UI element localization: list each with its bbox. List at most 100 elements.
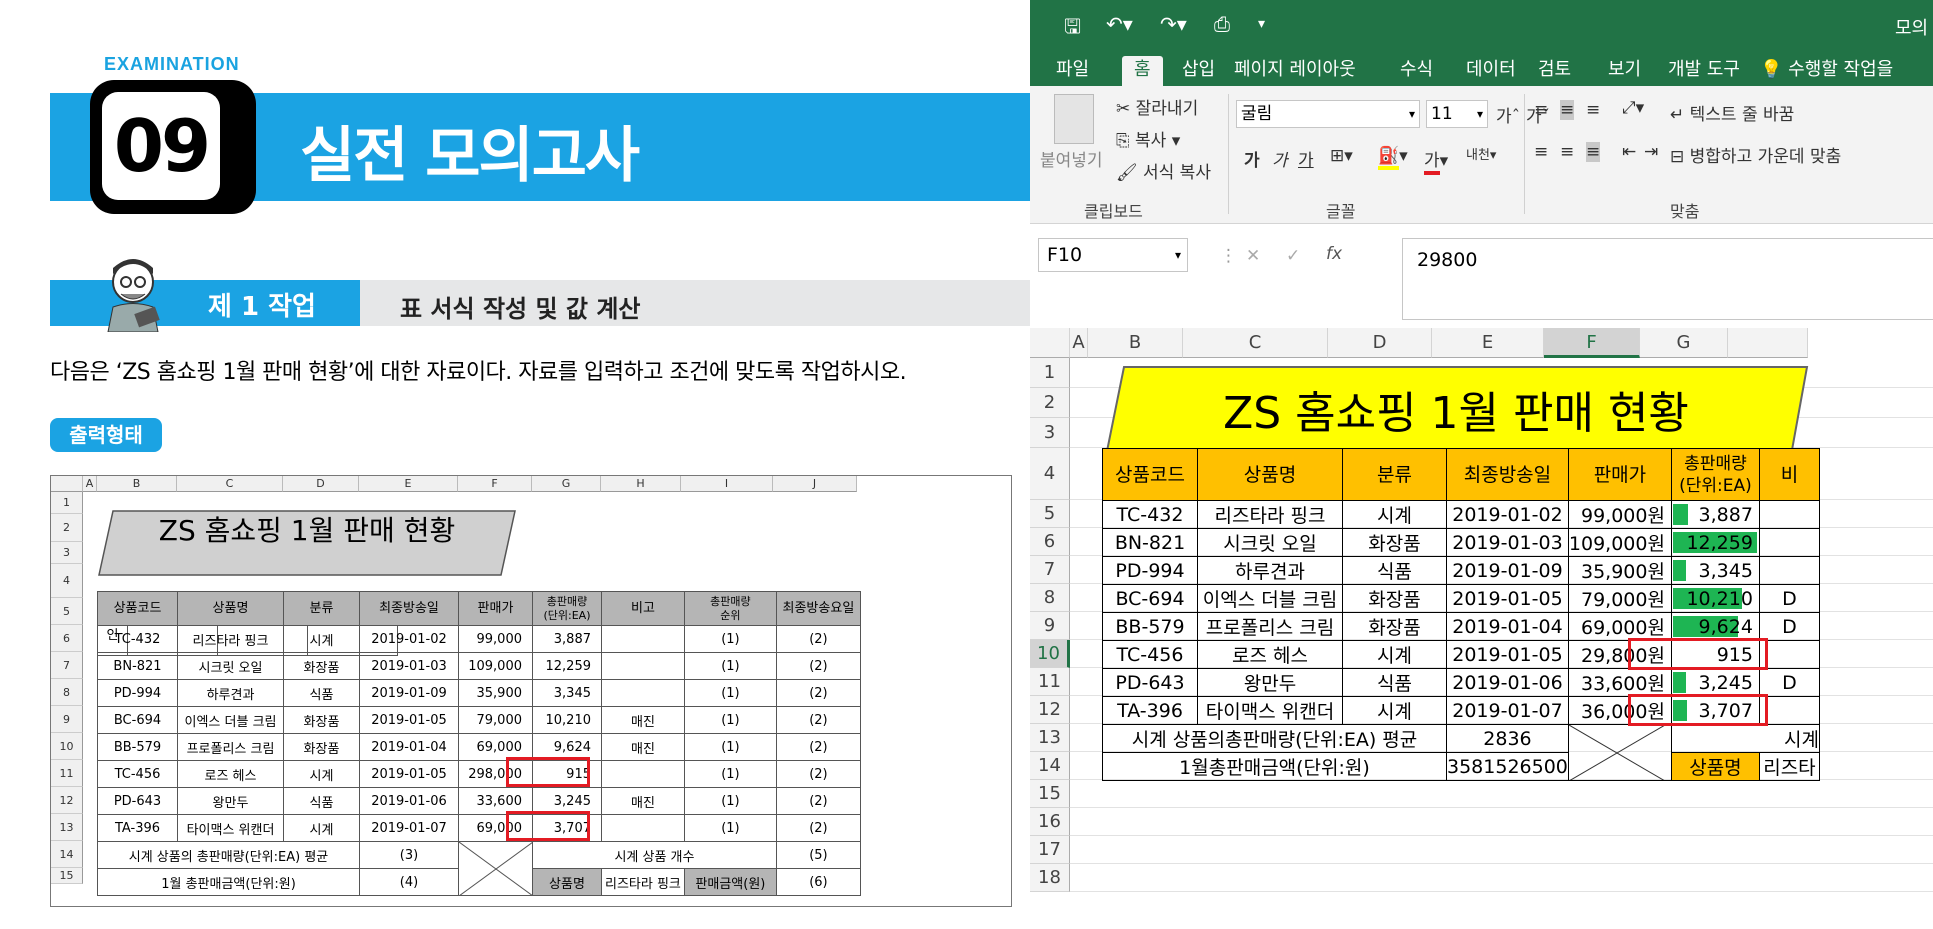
redo-icon[interactable]: ↷▾ (1160, 12, 1187, 36)
summary-key[interactable]: 상품명 (1670, 752, 1760, 781)
table-cell[interactable]: BB-579 (1102, 612, 1198, 641)
column-header[interactable]: F (1544, 328, 1640, 358)
tab-4[interactable]: 수식 (1388, 56, 1445, 86)
font-color-button[interactable]: 가▾ (1424, 146, 1448, 175)
enter-icon[interactable]: ✓ (1286, 246, 1300, 266)
bold-button[interactable]: 가 (1244, 146, 1260, 171)
tab-6[interactable]: 검토 (1526, 56, 1583, 86)
table-cell[interactable] (1758, 528, 1820, 557)
undo-icon[interactable]: ↶▾ (1106, 12, 1133, 36)
table-cell[interactable] (1758, 556, 1820, 585)
summary-label[interactable]: 1월총판매금액(단위:원) (1102, 752, 1447, 781)
tab-2[interactable]: 삽입 (1170, 56, 1227, 86)
column-header[interactable]: A (1070, 328, 1088, 358)
align-middle-icon[interactable]: ≡ (1560, 100, 1575, 120)
summary-value[interactable]: 3581526500 (1446, 752, 1569, 781)
table-cell[interactable]: D (1758, 612, 1820, 641)
price-cell[interactable]: 69,000원 (1567, 612, 1672, 641)
summary-value[interactable]: 리즈타 (1758, 752, 1820, 781)
table-cell[interactable]: 화장품 (1342, 612, 1447, 641)
table-cell[interactable]: 하루견과 (1197, 556, 1343, 585)
table-cell[interactable]: 리즈타라 핑크 (1197, 500, 1343, 529)
row-header[interactable]: 4 (1030, 448, 1070, 500)
table-cell[interactable]: PD-643 (1102, 668, 1198, 697)
paste-button[interactable]: 붙여넣기 (1040, 146, 1103, 171)
table-cell[interactable]: 이엑스 더블 크림 (1197, 584, 1343, 613)
cut-button[interactable]: ✂ 잘라내기 (1116, 94, 1198, 119)
select-all-corner[interactable] (1030, 328, 1070, 358)
row-header[interactable]: 11 (1030, 668, 1070, 696)
row-header[interactable]: 14 (1030, 752, 1070, 780)
tab-0[interactable]: 파일 (1044, 56, 1101, 86)
table-cell[interactable]: 2019-01-06 (1446, 668, 1569, 697)
align-left-icon[interactable]: ≡ (1534, 142, 1548, 162)
table-cell[interactable]: TA-396 (1102, 696, 1198, 725)
qty-cell[interactable]: 3,345 (1670, 556, 1760, 585)
table-cell[interactable]: 프로폴리스 크림 (1197, 612, 1343, 641)
row-header[interactable]: 16 (1030, 808, 1070, 836)
table-header-cell[interactable]: 상품명 (1197, 448, 1343, 501)
table-cell[interactable]: 식품 (1342, 668, 1447, 697)
table-cell[interactable]: 왕만두 (1197, 668, 1343, 697)
tab-1[interactable]: 홈 (1122, 56, 1163, 86)
table-cell[interactable]: 타이맥스 위캔더 (1197, 696, 1343, 725)
increase-indent-icon[interactable]: ⇥ (1644, 142, 1658, 162)
italic-button[interactable]: 가 (1272, 146, 1288, 171)
worksheet-grid[interactable]: A B C D E F G 1 2 3 4 5 6 7 8 9 10 11 12 13 14 15 16 17 18 ZS 홈쇼핑… (1030, 328, 1933, 929)
font-size-select[interactable]: 11 ▾ (1426, 100, 1488, 128)
wrap-text-button[interactable]: ↵ 텍스트 줄 바꿈 (1670, 100, 1794, 125)
table-cell[interactable]: 시계 (1342, 500, 1447, 529)
underline-button[interactable]: 가 (1298, 146, 1314, 171)
qty-cell[interactable]: 3,887 (1670, 500, 1760, 529)
table-cell[interactable]: 로즈 헤스 (1197, 640, 1343, 669)
tab-8[interactable]: 개발 도구 (1656, 56, 1752, 86)
tab-5[interactable]: 데이터 (1454, 56, 1528, 86)
save-icon[interactable]: 🖫 (1064, 12, 1081, 46)
row-header[interactable]: 15 (1030, 780, 1070, 808)
font-name-select[interactable]: 굴림 ▾ (1236, 100, 1420, 128)
table-cell[interactable] (1758, 640, 1820, 669)
cancel-icon[interactable]: ✕ (1246, 246, 1260, 266)
table-cell[interactable]: 2019-01-09 (1446, 556, 1569, 585)
table-cell[interactable]: 화장품 (1342, 528, 1447, 557)
qty-cell[interactable]: 9,624 (1670, 612, 1760, 641)
align-center-icon[interactable]: ≡ (1560, 142, 1574, 162)
align-top-icon[interactable]: ≡ (1534, 100, 1548, 120)
row-header[interactable]: 12 (1030, 696, 1070, 724)
crossed-out-cell[interactable] (1567, 724, 1672, 781)
table-cell[interactable]: TC-456 (1102, 640, 1198, 669)
price-cell[interactable]: 79,000원 (1567, 584, 1672, 613)
row-header[interactable]: 6 (1030, 528, 1070, 556)
format-painter-button[interactable]: 🖌 서식 복사 (1116, 158, 1211, 183)
align-bottom-icon[interactable]: ≡ (1586, 100, 1600, 120)
column-header[interactable]: E (1432, 328, 1544, 358)
table-cell[interactable]: 식품 (1342, 556, 1447, 585)
row-header[interactable]: 9 (1030, 612, 1070, 640)
table-header-cell[interactable]: 총판매량 (단위:EA) (1670, 448, 1760, 501)
column-header[interactable]: C (1183, 328, 1328, 358)
table-cell[interactable]: PD-994 (1102, 556, 1198, 585)
row-header[interactable]: 2 (1030, 388, 1070, 418)
table-cell[interactable]: D (1758, 584, 1820, 613)
name-box[interactable]: F10 ▾ (1038, 238, 1188, 272)
table-cell[interactable] (1758, 500, 1820, 529)
summary-value[interactable]: 2836 (1446, 724, 1569, 753)
orientation-icon[interactable]: ⤢▾ (1622, 98, 1644, 118)
border-button[interactable]: ⊞▾ (1330, 146, 1353, 166)
phonetic-button[interactable]: 내천▾ (1466, 144, 1496, 163)
formula-input[interactable]: 29800 (1402, 238, 1933, 320)
row-header[interactable]: 17 (1030, 836, 1070, 864)
summary-label[interactable]: 시계 (1670, 724, 1820, 753)
table-cell[interactable]: TC-432 (1102, 500, 1198, 529)
table-cell[interactable]: 화장품 (1342, 584, 1447, 613)
qty-cell[interactable]: 10,210 (1670, 584, 1760, 613)
price-cell[interactable]: 35,900원 (1567, 556, 1672, 585)
grow-font-button[interactable]: 가ˆ (1496, 102, 1520, 127)
decrease-indent-icon[interactable]: ⇤ (1622, 142, 1636, 162)
column-header[interactable]: D (1328, 328, 1432, 358)
table-cell[interactable]: 2019-01-07 (1446, 696, 1569, 725)
table-header-cell[interactable]: 상품코드 (1102, 448, 1198, 501)
customize-qat-icon[interactable]: ▾ (1258, 16, 1265, 32)
table-header-cell[interactable]: 판매가 (1567, 448, 1672, 501)
table-header-cell[interactable]: 분류 (1342, 448, 1447, 501)
